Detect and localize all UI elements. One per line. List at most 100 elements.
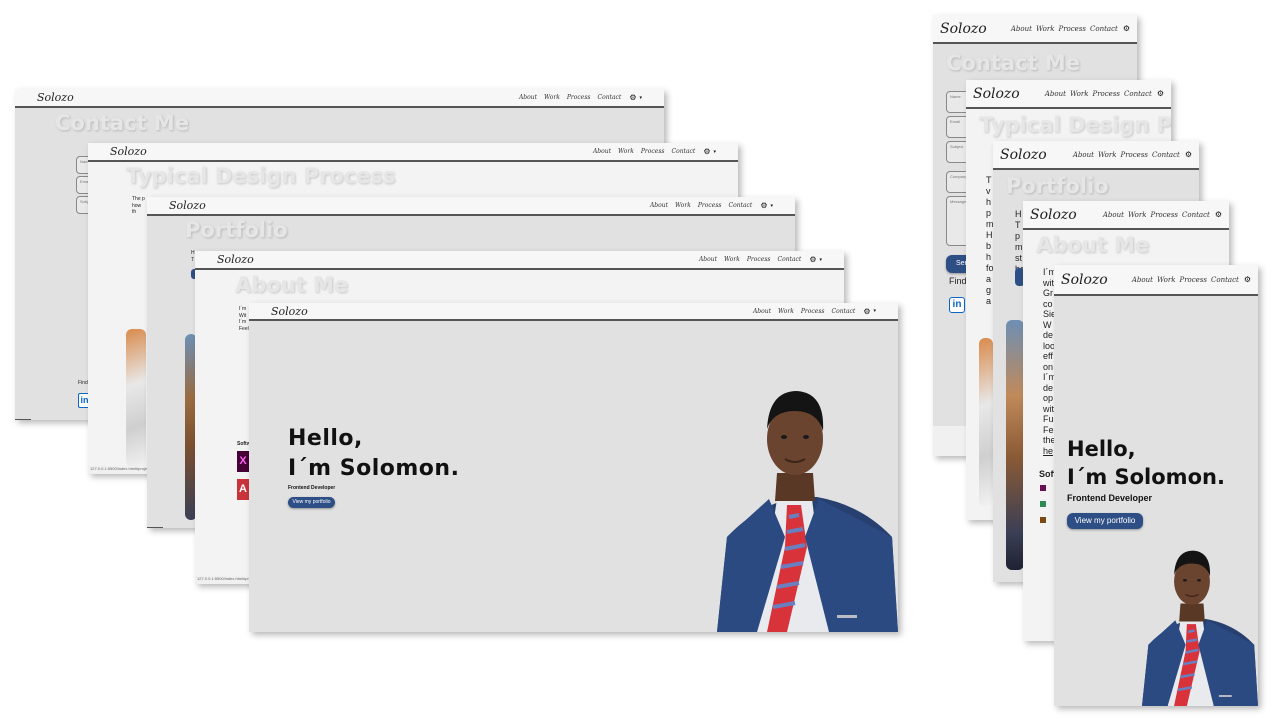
nav-work[interactable]: Work [778, 308, 794, 315]
portrait-svg [717, 391, 898, 632]
nav-process[interactable]: Process [1179, 276, 1207, 284]
nav-process[interactable]: Process [1058, 25, 1086, 33]
caret-down-icon[interactable]: ▾ [873, 308, 876, 314]
profile-portrait [1142, 548, 1258, 706]
nav-work[interactable]: Work [724, 256, 740, 263]
gear-icon[interactable]: ⚙ [1185, 150, 1192, 159]
nav-links: About Work Process Contact ⚙ [1069, 150, 1192, 159]
nav-about[interactable]: About [650, 202, 668, 209]
gear-icon[interactable]: ⚙ [1157, 89, 1164, 98]
caret-down-icon[interactable]: ▾ [713, 149, 716, 155]
nav-contact[interactable]: Contact [597, 94, 621, 101]
nav-contact[interactable]: Contact [728, 202, 752, 209]
brand-logo[interactable]: Solozo [1061, 272, 1108, 288]
gear-icon[interactable]: ⚙ [809, 255, 816, 264]
status-line [15, 419, 31, 420]
linkedin-icon[interactable]: in [949, 297, 965, 313]
xd-icon [1040, 485, 1046, 491]
nav-process[interactable]: Process [641, 148, 665, 155]
caret-down-icon[interactable]: ▾ [639, 95, 642, 101]
nav-about[interactable]: About [699, 256, 717, 263]
gear-icon[interactable]: ⚙ [760, 201, 767, 210]
navbar: Solozo About Work Process Contact ⚙ [1054, 265, 1258, 296]
nav-contact[interactable]: Contact [831, 308, 855, 315]
nav-contact[interactable]: Contact [671, 148, 695, 155]
nav-contact[interactable]: Contact [1090, 25, 1118, 33]
brand-logo[interactable]: Solozo [940, 21, 987, 37]
nav-work[interactable]: Work [1128, 211, 1147, 219]
caret-down-icon[interactable]: ▾ [770, 203, 773, 209]
nav-process[interactable]: Process [1120, 151, 1148, 159]
portfolio-title: Portfolio [1006, 174, 1109, 198]
gear-icon[interactable]: ⚙ [1244, 275, 1251, 284]
gear-icon[interactable]: ⚙ [703, 147, 710, 156]
hero-role: Frontend Developer [288, 485, 336, 491]
nav-links: About Work Process Contact ⚙ [1128, 275, 1251, 284]
nav-work[interactable]: Work [1070, 90, 1089, 98]
nav-about[interactable]: About [753, 308, 771, 315]
nav-work[interactable]: Work [1036, 25, 1055, 33]
nav-about[interactable]: About [1045, 90, 1066, 98]
nav-work[interactable]: Work [1157, 276, 1176, 284]
navbar: Solozo About Work Process Contact ⚙ ▾ [195, 251, 844, 270]
nav-process[interactable]: Process [1092, 90, 1120, 98]
contact-title: Contact Me [946, 51, 1080, 75]
view-portfolio-button[interactable]: View my portfolio [288, 497, 335, 508]
nav-contact[interactable]: Contact [1152, 151, 1180, 159]
nav-about[interactable]: About [1073, 151, 1094, 159]
nav-contact[interactable]: Contact [1182, 211, 1210, 219]
nav-work[interactable]: Work [618, 148, 634, 155]
process-title: Typical Design Process [126, 164, 396, 188]
nav-links: About Work Process Contact ⚙ ▾ [746, 307, 876, 316]
caret-down-icon[interactable]: ▾ [819, 257, 822, 263]
gear-icon[interactable]: ⚙ [1215, 210, 1222, 219]
desk-photo [979, 338, 993, 506]
nav-about[interactable]: About [1011, 25, 1032, 33]
hero-greeting: Hello, [1067, 437, 1136, 461]
nav-work[interactable]: Work [544, 94, 560, 101]
mobile-hero-screenshot: Solozo About Work Process Contact ⚙ Hell… [1054, 265, 1258, 706]
url-bar: 127.0.0.1:5500/index.html#project [88, 466, 148, 474]
nav-work[interactable]: Work [675, 202, 691, 209]
nav-process[interactable]: Process [1150, 211, 1178, 219]
desk-photo [126, 329, 146, 467]
nav-process[interactable]: Process [698, 202, 722, 209]
view-portfolio-button[interactable]: View my portfolio [1067, 513, 1143, 529]
navbar: Solozo About Work Process Contact ⚙ [933, 15, 1137, 44]
illustrator-icon [1040, 517, 1046, 523]
nav-process[interactable]: Process [567, 94, 591, 101]
brand-logo[interactable]: Solozo [217, 253, 254, 266]
nav-about[interactable]: About [519, 94, 537, 101]
desktop-hero-screenshot: Solozo About Work Process Contact ⚙ ▾ He… [249, 303, 898, 632]
brand-logo[interactable]: Solozo [110, 145, 147, 158]
nav-work[interactable]: Work [1098, 151, 1117, 159]
about-text: I´m Wit I´m Feel [239, 306, 249, 332]
nav-contact[interactable]: Contact [1124, 90, 1152, 98]
brand-logo[interactable]: Solozo [1030, 207, 1077, 223]
navbar: Solozo About Work Process Contact ⚙ [966, 80, 1171, 109]
nav-links: About Work Process Contact ⚙ [1099, 210, 1222, 219]
gear-icon[interactable]: ⚙ [629, 93, 636, 102]
brand-logo[interactable]: Solozo [169, 199, 206, 212]
brand-logo[interactable]: Solozo [1000, 147, 1047, 163]
brand-logo[interactable]: Solozo [37, 91, 74, 104]
nav-about[interactable]: About [1132, 276, 1153, 284]
brand-logo[interactable]: Solozo [271, 305, 308, 318]
nav-links: About Work Process Contact ⚙ ▾ [692, 255, 822, 264]
gear-icon[interactable]: ⚙ [863, 307, 870, 316]
find-label: Find [949, 276, 967, 286]
hero-role: Frontend Developer [1067, 493, 1153, 503]
portfolio-title: Portfolio [185, 218, 288, 242]
nav-contact[interactable]: Contact [1211, 276, 1239, 284]
nav-contact[interactable]: Contact [777, 256, 801, 263]
nav-links: About Work Process Contact ⚙ ▾ [643, 201, 773, 210]
nav-about[interactable]: About [593, 148, 611, 155]
nav-process[interactable]: Process [747, 256, 771, 263]
navbar: Solozo About Work Process Contact ⚙ [993, 141, 1199, 170]
navbar: Solozo About Work Process Contact ⚙ ▾ [147, 197, 795, 216]
nav-about[interactable]: About [1103, 211, 1124, 219]
nav-process[interactable]: Process [801, 308, 825, 315]
xd-icon: X [237, 451, 249, 472]
brand-logo[interactable]: Solozo [973, 86, 1020, 102]
gear-icon[interactable]: ⚙ [1123, 24, 1130, 33]
